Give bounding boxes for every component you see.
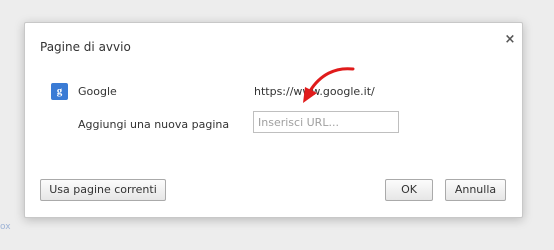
startup-pages-dialog: Pagine di avvio × g Google https://www.g…	[24, 22, 523, 218]
dialog-title: Pagine di avvio	[40, 40, 131, 54]
startup-page-name[interactable]: Google	[78, 85, 117, 98]
url-input[interactable]	[253, 111, 399, 133]
close-icon[interactable]: ×	[503, 33, 517, 47]
red-arrow-icon	[303, 67, 355, 103]
google-icon: g	[51, 83, 68, 100]
add-page-label: Aggiungi una nuova pagina	[78, 118, 230, 131]
ok-button[interactable]: OK	[385, 179, 433, 201]
background-link-fragment: ox	[0, 222, 11, 232]
cancel-button[interactable]: Annulla	[445, 179, 506, 201]
use-current-pages-button[interactable]: Usa pagine correnti	[40, 179, 166, 201]
